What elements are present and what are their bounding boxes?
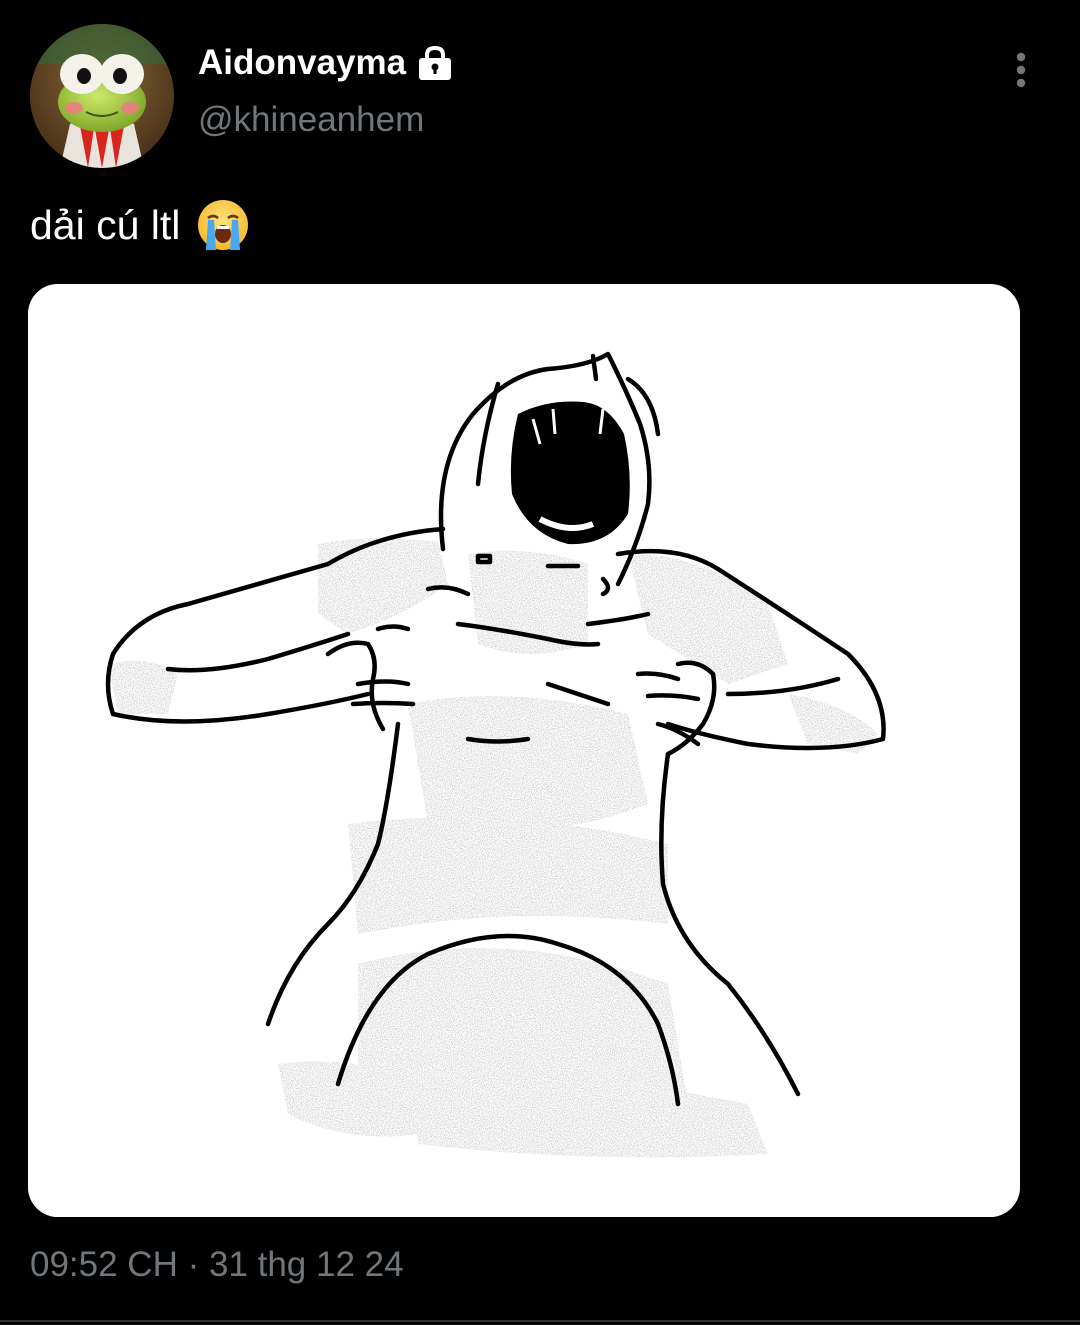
display-name[interactable]: Aidonvayma [198,43,406,83]
user-handle[interactable]: @khineanhem [198,100,454,140]
tweet-text-content: dải cú ltl [30,201,181,248]
tweet-text: dải cú ltl [30,196,250,254]
lock-icon [416,45,454,81]
more-vertical-icon [1016,52,1026,88]
tweet-media-image[interactable] [28,284,1020,1217]
avatar[interactable] [30,24,174,168]
frog-avatar-icon [30,24,174,168]
more-options-button[interactable] [1000,50,1042,92]
meme-drawing-icon [28,284,1020,1217]
tweet-timestamp[interactable]: 09:52 CH · 31 thg 12 24 [30,1245,404,1285]
author-block: Aidonvayma @khineanhem [198,40,454,140]
loudly-crying-face-icon [196,198,250,252]
tweet-card: Aidonvayma @khineanhem dải cú ltl 09:52 … [0,0,1080,1325]
name-row: Aidonvayma [198,40,454,86]
divider [0,1320,1080,1322]
